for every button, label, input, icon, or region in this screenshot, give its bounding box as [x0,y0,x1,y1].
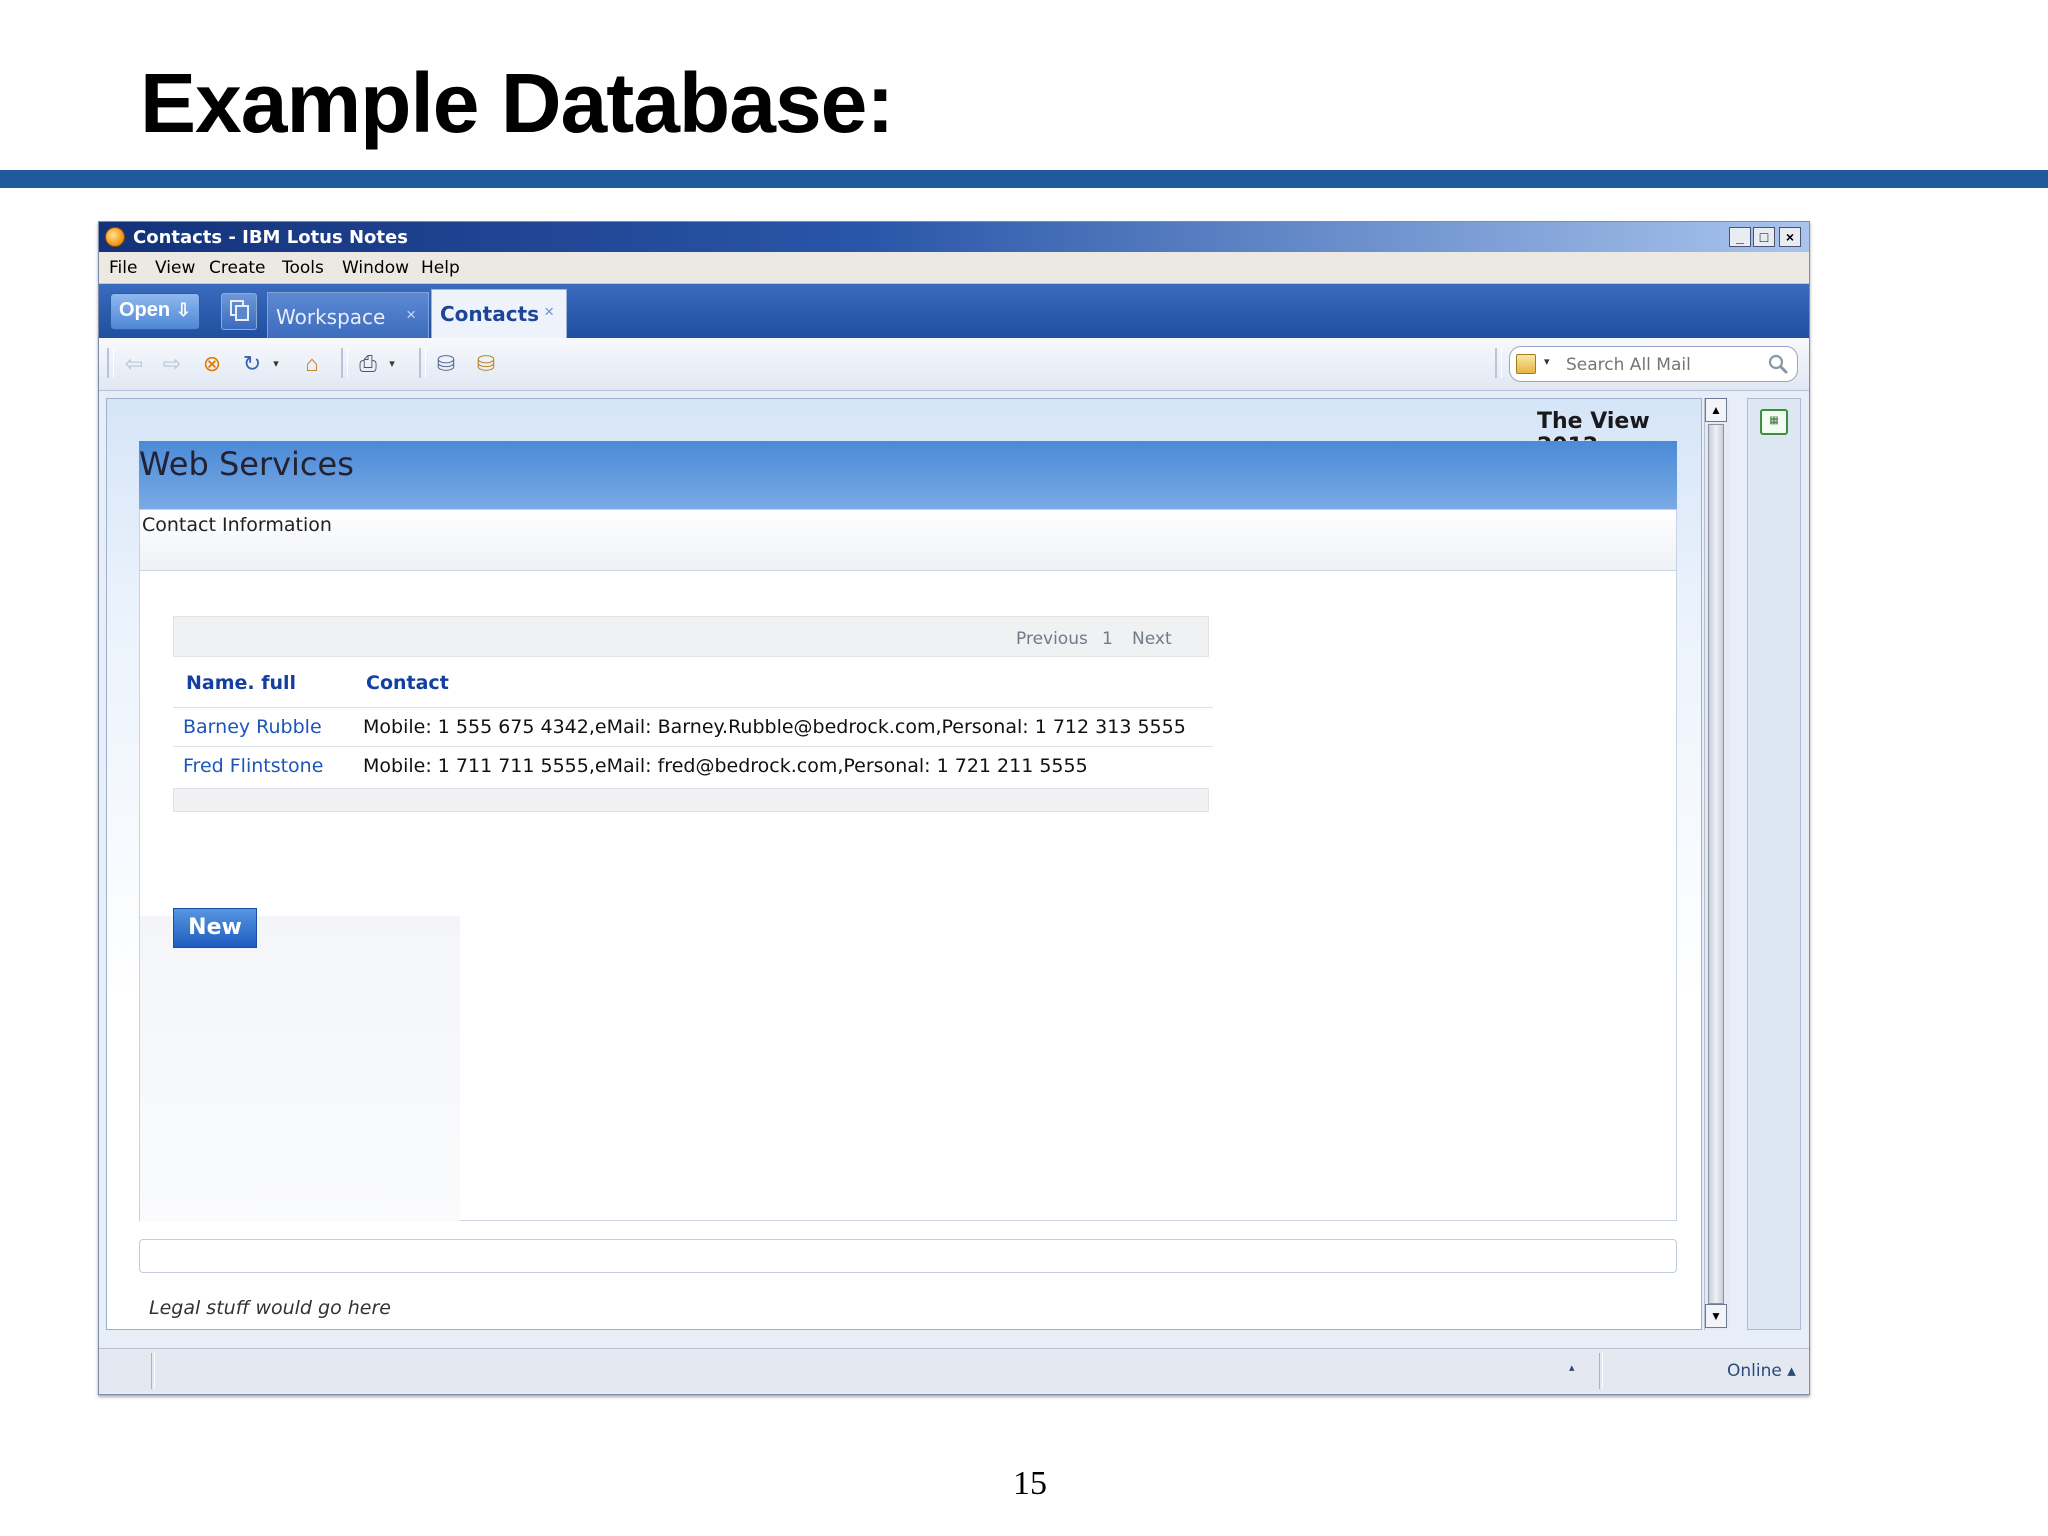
contact-details: Mobile: 1 555 675 4342,eMail: Barney.Rub… [363,716,1186,738]
database-open-icon[interactable]: ⛁ [473,351,499,377]
right-sidebar: ▦ [1747,398,1801,1330]
download-arrow-icon: ⇩ [175,300,191,320]
windows-icon-front [235,305,249,321]
status-bar: ▴ Online ▴ [99,1348,1809,1393]
banner-title: Web Services [139,445,354,483]
search-box: ▾ [1509,346,1798,382]
content-frame: The View 2012 Web Services Contact Infor… [106,398,1702,1330]
tab-contacts-label: Contacts [440,302,540,326]
scroll-up-arrow-icon[interactable]: ▲ [1705,398,1727,422]
footer-bar [139,1239,1677,1273]
web-services-banner: Web Services [139,441,1677,509]
pager-page-1-link[interactable]: 1 [1102,629,1113,649]
column-header-contact[interactable]: Contact [366,672,449,694]
forward-icon[interactable]: ⇨ [159,351,185,377]
tab-bar: Open ⇩ Workspace × Contacts × [99,284,1809,338]
legal-text: Legal stuff would go here [149,1297,391,1319]
table-row[interactable]: Barney Rubble Mobile: 1 555 675 4342,eMa… [173,707,1213,745]
scrollbar-thumb[interactable] [1708,424,1724,1304]
print-icon[interactable]: ⎙ [355,351,381,377]
status-expand-icon[interactable]: ▴ [1569,1361,1575,1374]
print-dropdown-icon[interactable]: ▾ [379,351,405,377]
empty-side-region [140,916,460,1222]
menu-tools[interactable]: Tools [282,258,324,278]
window-title: Contacts - IBM Lotus Notes [133,227,408,248]
title-rule [0,170,2048,188]
table-pager: Previous 1 Next [173,616,1209,657]
menu-view[interactable]: View [155,258,195,278]
refresh-dropdown-icon[interactable]: ▾ [263,351,289,377]
tab-switcher-button[interactable] [221,293,257,330]
refresh-icon[interactable]: ↻ [239,351,265,377]
calendar-icon[interactable]: ▦ [1760,409,1788,435]
chevron-down-icon[interactable]: ▾ [1544,355,1550,368]
table-footer [173,788,1209,812]
vertical-scrollbar[interactable]: ▲ ▼ [1704,398,1729,1330]
contact-name-link[interactable]: Barney Rubble [183,716,322,738]
close-window-button[interactable]: × [1779,227,1801,247]
search-input[interactable] [1566,354,1756,376]
pager-previous-link[interactable]: Previous [1016,629,1088,649]
tab-contacts-close-icon[interactable]: × [544,302,554,322]
tab-workspace-close-icon[interactable]: × [406,305,416,325]
contact-information-label: Contact Information [142,514,332,536]
contact-name-link[interactable]: Fred Flintstone [183,755,323,777]
window-titlebar[interactable]: Contacts - IBM Lotus Notes _ □ × [99,222,1809,252]
contact-panel: Contact Information Previous 1 Next Name… [139,509,1677,1222]
search-scope-icon[interactable] [1516,354,1536,374]
toolbar-separator [341,348,348,378]
open-button[interactable]: Open ⇩ [110,293,200,330]
table-row[interactable]: Fred Flintstone Mobile: 1 711 711 5555,e… [173,746,1213,784]
tab-contacts[interactable]: Contacts × [431,289,567,338]
lotus-notes-app-icon [105,227,125,247]
minimize-button[interactable]: _ [1729,227,1751,247]
menu-bar: File View Create Tools Window Help [99,252,1809,284]
lotus-notes-window: Contacts - IBM Lotus Notes _ □ × File Vi… [98,221,1810,1395]
menu-window[interactable]: Window [342,258,409,278]
contact-details: Mobile: 1 711 711 5555,eMail: fred@bedro… [363,755,1088,777]
panel-header: Contact Information [140,510,1676,571]
back-icon[interactable]: ⇦ [121,351,147,377]
tab-workspace-label: Workspace [276,305,386,329]
menu-file[interactable]: File [109,258,137,278]
menu-create[interactable]: Create [209,258,266,278]
toolbar-grip[interactable] [107,348,114,378]
status-separator [151,1353,155,1389]
home-icon[interactable]: ⌂ [299,351,325,377]
menu-help[interactable]: Help [421,258,460,278]
stop-icon[interactable]: ⊗ [199,351,225,377]
open-button-label: Open [119,299,171,321]
pager-next-link[interactable]: Next [1132,629,1172,649]
tab-workspace[interactable]: Workspace × [267,292,429,338]
status-separator [1599,1353,1603,1389]
toolbar: ⇦ ⇨ ⊗ ↻ ▾ ⌂ ⎙ ▾ ⛁ ⛁ ▾ [99,338,1809,391]
column-header-name[interactable]: Name. full [186,672,296,694]
database-icon[interactable]: ⛁ [433,351,459,377]
toolbar-separator [419,348,426,378]
online-status[interactable]: Online ▴ [1727,1361,1796,1381]
new-contact-button[interactable]: New [173,908,257,948]
slide-title: Example Database: [140,56,894,150]
toolbar-grip[interactable] [1495,348,1502,378]
maximize-button[interactable]: □ [1753,227,1775,247]
search-icon[interactable] [1767,353,1789,375]
page-number: 15 [1013,1465,1047,1502]
scroll-down-arrow-icon[interactable]: ▼ [1705,1304,1727,1328]
